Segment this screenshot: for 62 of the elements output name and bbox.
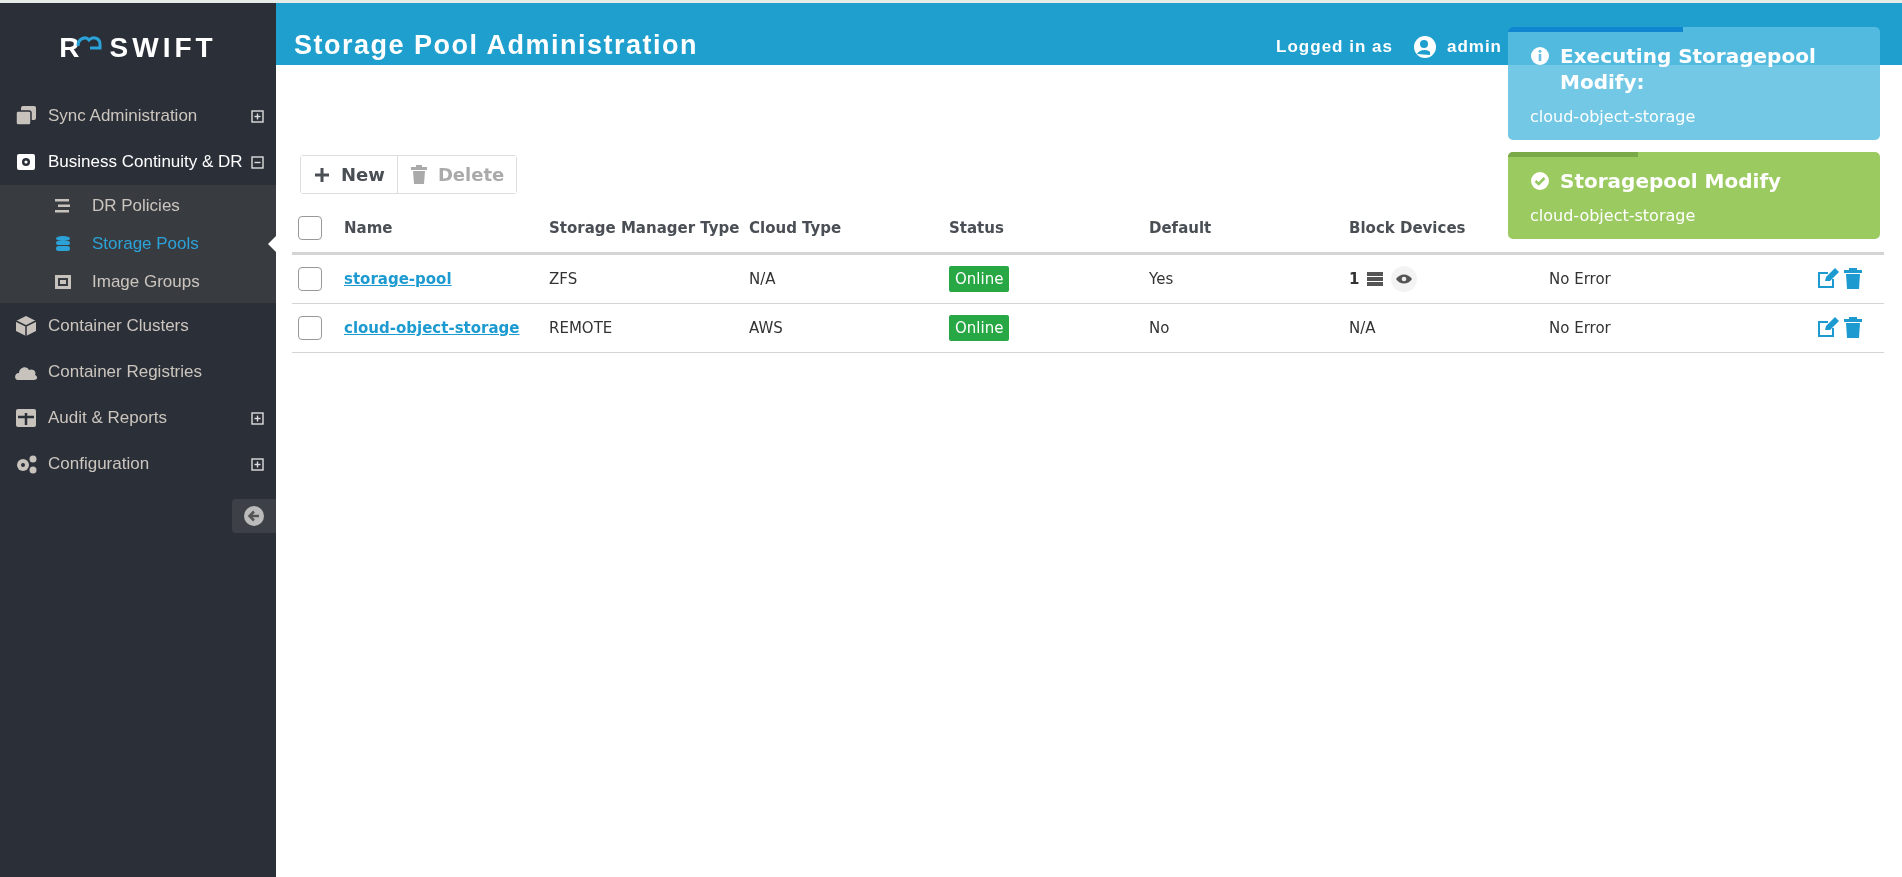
- user-icon: [1412, 35, 1437, 59]
- table-cell: REMOTE: [549, 319, 613, 337]
- toast-title: Storagepool Modify: [1560, 168, 1782, 194]
- sidebar-item[interactable]: Container Clusters: [0, 303, 276, 349]
- table-cell: No Error: [1549, 270, 1611, 288]
- sidebar-subitem[interactable]: Image Groups: [0, 263, 276, 301]
- table-cell: N/A: [1349, 319, 1376, 337]
- eye-icon: [1396, 274, 1413, 284]
- column-header: Storage Manager Type: [549, 219, 740, 237]
- info-icon: [1530, 46, 1550, 66]
- sidebar-subitem[interactable]: DR Policies: [0, 187, 276, 225]
- submenu-icon: [54, 197, 72, 215]
- edit-icon[interactable]: [1816, 268, 1840, 290]
- submenu-icon: [54, 273, 72, 291]
- row-checkbox[interactable]: [298, 267, 322, 291]
- view-button[interactable]: [1391, 266, 1418, 292]
- trash-icon[interactable]: [1844, 268, 1862, 290]
- menu-item-icon: [14, 315, 38, 337]
- page-title: Storage Pool Administration: [294, 30, 699, 61]
- menu-item-icon: [14, 407, 38, 429]
- column-header: Cloud Type: [749, 219, 842, 237]
- table-cell: 1: [1349, 270, 1360, 288]
- trash-icon[interactable]: [1844, 317, 1862, 339]
- expand-icon: [251, 411, 264, 425]
- check-circle-icon: [1530, 171, 1550, 191]
- sidebar-item[interactable]: Container Registries: [0, 349, 276, 395]
- select-all-checkbox[interactable]: [298, 216, 322, 240]
- row-checkbox[interactable]: [298, 316, 322, 340]
- sidebar-item[interactable]: Audit & Reports: [0, 395, 276, 441]
- menu-item-icon: [14, 151, 38, 173]
- toast-title: Executing Storagepool Modify:: [1560, 43, 1817, 95]
- sidebar-item[interactable]: Business Continuity & DR: [0, 139, 276, 185]
- sidebar-item[interactable]: Sync Administration: [0, 93, 276, 139]
- toast-message: cloud-object-storage: [1530, 206, 1697, 225]
- submenu-icon: [54, 235, 72, 253]
- table-cell: ZFS: [549, 270, 578, 288]
- expand-icon: [251, 457, 264, 471]
- logo-letter: R: [59, 32, 80, 64]
- collapse-icon: [251, 155, 264, 169]
- expand-icon: [251, 109, 264, 123]
- column-header: Status: [949, 219, 1004, 237]
- menu-item-icon: [14, 105, 38, 127]
- table-cell: Yes: [1149, 270, 1174, 288]
- logo-text: SWIFT: [109, 32, 217, 64]
- column-header: Block Devices: [1349, 219, 1466, 237]
- table-cell: No Error: [1549, 319, 1611, 337]
- menu-item-icon: [14, 453, 38, 475]
- trash-icon: [409, 164, 428, 185]
- column-header: Name: [344, 219, 393, 237]
- plus-icon: [313, 165, 331, 184]
- toast-message: cloud-object-storage: [1530, 107, 1697, 126]
- collapse-sidebar-button[interactable]: [232, 499, 276, 533]
- status-badge: Online: [949, 315, 1010, 341]
- logged-in-label: Logged in as: [1276, 37, 1393, 57]
- sidebar-item[interactable]: Configuration: [0, 441, 276, 487]
- sidebar-subitem[interactable]: Storage Pools: [0, 225, 276, 263]
- edit-icon[interactable]: [1816, 317, 1840, 339]
- table-cell: AWS: [749, 319, 783, 337]
- table-cell: N/A: [749, 270, 776, 288]
- status-badge: Online: [949, 266, 1010, 292]
- column-header: Default: [1149, 219, 1212, 237]
- table-cell: No: [1149, 319, 1170, 337]
